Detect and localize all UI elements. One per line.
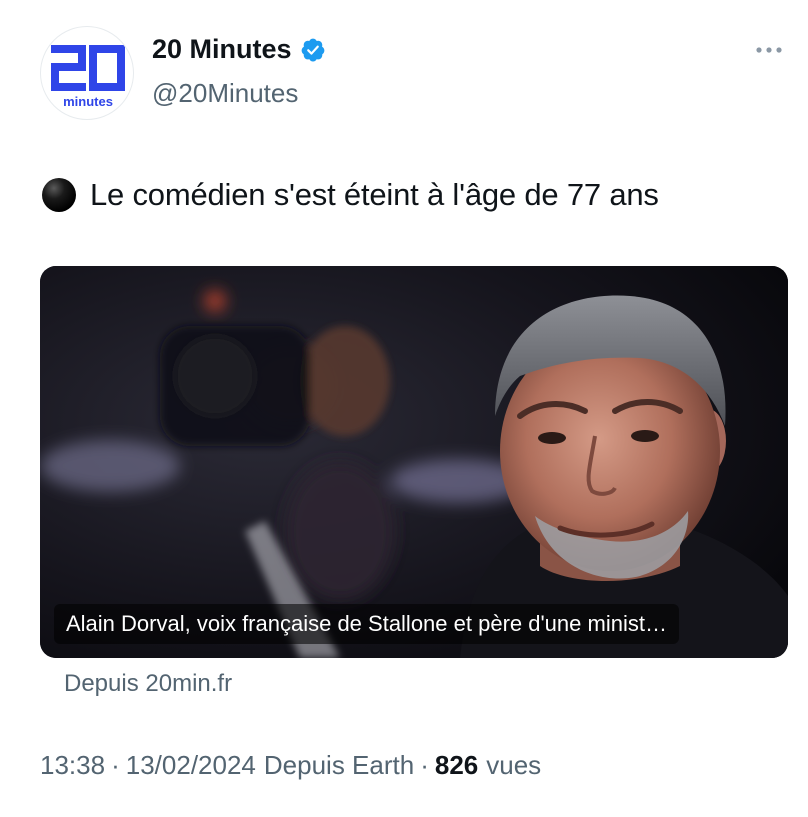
tweet-body: Le comédien s'est éteint à l'âge de 77 a…	[90, 177, 659, 212]
tweet-date[interactable]: 13/02/2024	[126, 750, 256, 781]
avatar[interactable]: minutes	[40, 26, 134, 120]
article-photo	[40, 266, 788, 658]
author-handle[interactable]: @20Minutes	[152, 78, 298, 109]
card-source-link[interactable]: Depuis 20min.fr	[64, 670, 232, 698]
black-circle-icon	[40, 176, 78, 214]
card-title[interactable]: Alain Dorval, voix française de Stallone…	[54, 604, 679, 644]
tweet-time[interactable]: 13:38	[40, 750, 105, 781]
tweet-meta: 13:38 · 13/02/2024 Depuis Earth · 826 vu…	[40, 750, 541, 781]
logo-word: minutes	[63, 94, 113, 109]
author-name-row[interactable]: 20 Minutes	[152, 34, 326, 65]
meta-separator: ·	[420, 750, 429, 780]
verified-badge-icon	[300, 37, 326, 63]
views-label: vues	[486, 750, 542, 780]
tweet-client: Depuis Earth	[263, 750, 415, 780]
more-options-icon[interactable]	[752, 40, 786, 60]
20minutes-logo: minutes	[51, 45, 125, 109]
link-card[interactable]: Alain Dorval, voix française de Stallone…	[40, 266, 788, 658]
views-count[interactable]: 826	[435, 750, 478, 781]
meta-separator: ·	[111, 750, 120, 780]
tweet-text: Le comédien s'est éteint à l'âge de 77 a…	[40, 176, 659, 214]
display-name[interactable]: 20 Minutes	[152, 34, 292, 65]
